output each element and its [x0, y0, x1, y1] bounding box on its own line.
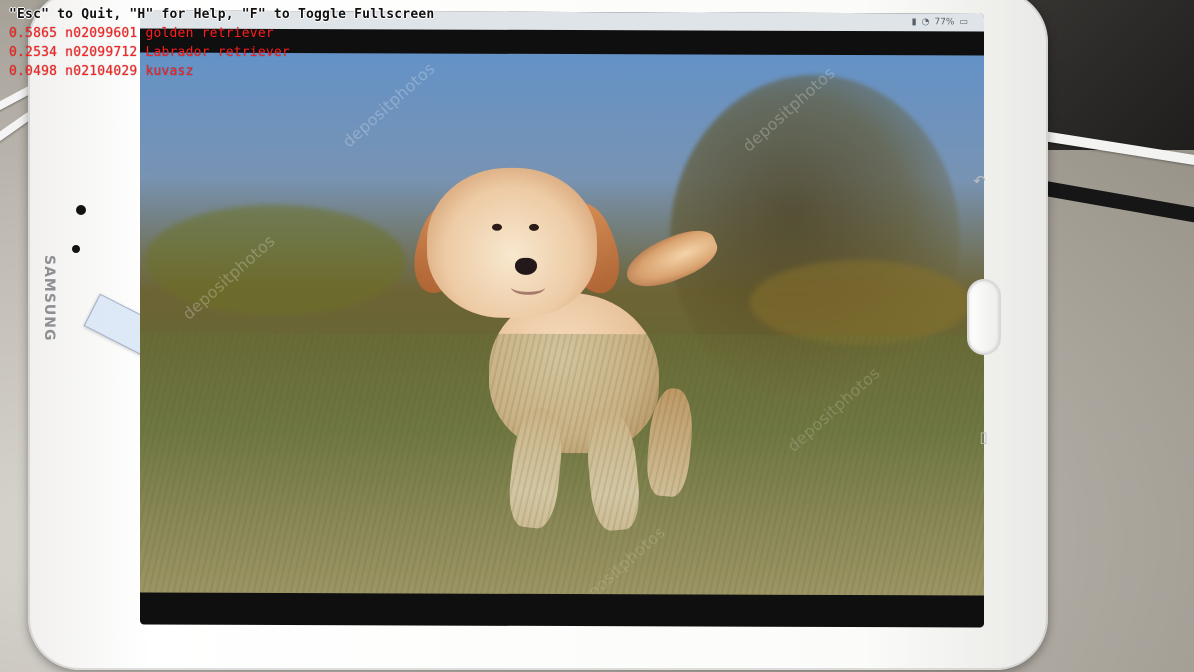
wifi-icon: ◔: [921, 17, 930, 28]
back-icon[interactable]: ↶: [972, 174, 987, 189]
prediction-2: 0.2534 n02099712 Labrador retriever: [9, 45, 290, 60]
puppy-leg: [583, 408, 643, 532]
puppy: [344, 167, 724, 532]
black-cable: [1033, 179, 1194, 224]
tablet-device: SAMSUNG ▮ ◔ 77% ▭ depositphotos depositp…: [28, 0, 1048, 670]
device-brand: SAMSUNG: [41, 255, 57, 342]
puppy-eye: [529, 223, 539, 231]
battery-percentage: 77%: [934, 17, 955, 28]
watermark: depositphotos: [783, 363, 884, 456]
puppy-nose: [515, 257, 537, 275]
dog-photo: depositphotos depositphotos depositphoto…: [140, 52, 984, 596]
background-blur: [750, 259, 970, 346]
puppy-eye: [492, 223, 502, 231]
keyboard-help-text: "Esc" to Quit, "H" for Help, "F" to Togg…: [9, 7, 435, 22]
tablet-screen: ▮ ◔ 77% ▭ depositphotos depositphotos de…: [140, 10, 984, 628]
light-sensor: [72, 245, 80, 253]
home-button[interactable]: [967, 279, 1001, 355]
watermark: depositphotos: [568, 522, 669, 596]
prediction-1: 0.5865 n02099601 golden retriever: [9, 26, 274, 41]
camera-view: SAMSUNG ▮ ◔ 77% ▭ depositphotos depositp…: [0, 0, 1194, 672]
puppy-leg: [505, 405, 567, 531]
puppy-head: [427, 167, 597, 319]
front-camera: [76, 205, 86, 215]
puppy-tail: [619, 221, 724, 298]
puppy-mouth: [511, 279, 545, 295]
classification-overlay: "Esc" to Quit, "H" for Help, "F" to Togg…: [9, 5, 434, 81]
watermark: depositphotos: [738, 63, 839, 156]
prediction-3: 0.0498 n02104029 kuvasz: [9, 64, 194, 79]
puppy-leg: [644, 386, 696, 499]
battery-icon: ▭: [959, 17, 968, 28]
signal-icon: ▮: [911, 17, 917, 28]
recent-apps-icon[interactable]: ▯: [976, 430, 991, 445]
status-icons: ▮ ◔ 77% ▭: [912, 13, 968, 31]
